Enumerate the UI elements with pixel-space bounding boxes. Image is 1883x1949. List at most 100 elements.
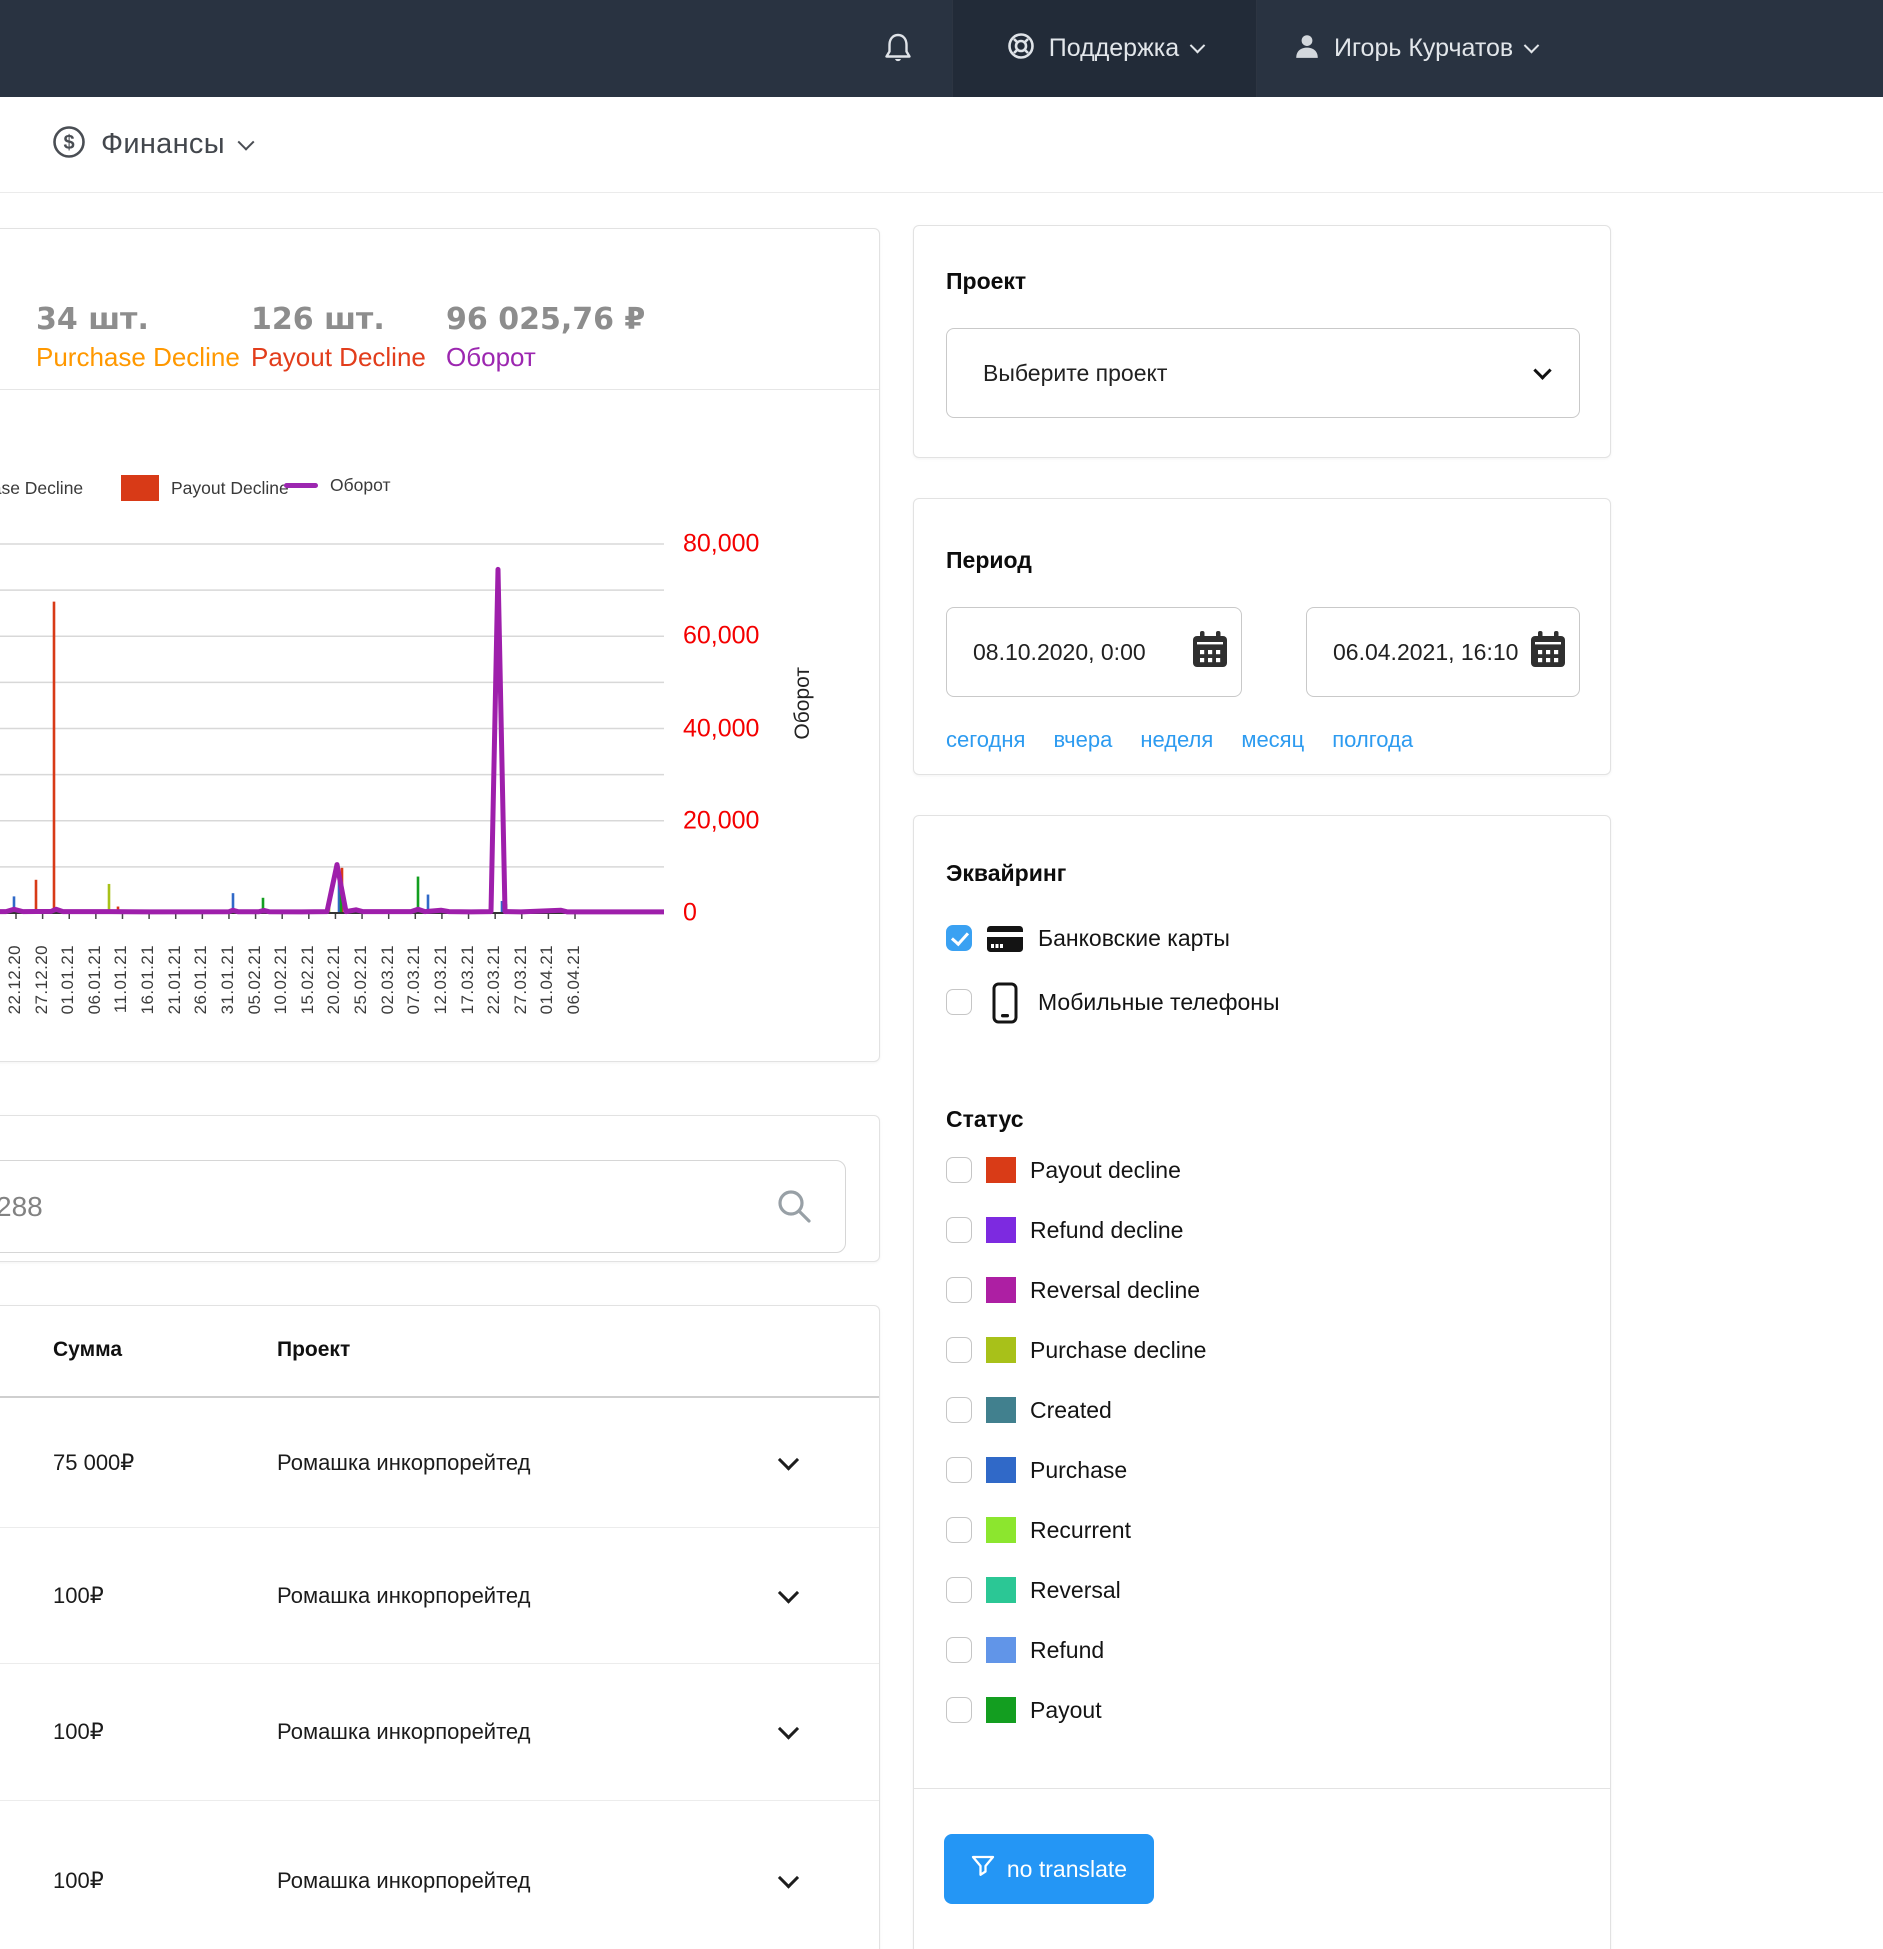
x-axis-label: 15.02.21 [298,945,318,1014]
status-label: Purchase [1030,1457,1127,1484]
status-color-swatch [986,1697,1016,1723]
expand-row-chevron-icon[interactable] [778,1867,799,1888]
lifebuoy-icon [1006,31,1036,66]
shortcut-yesterday[interactable]: вчера [1053,727,1112,753]
shortcut-week[interactable]: неделя [1140,727,1213,753]
chevron-down-icon[interactable] [237,133,254,150]
legend-swatch [284,483,318,488]
status-color-swatch [986,1337,1016,1363]
mobile-phones-checkbox[interactable] [946,989,972,1015]
y-axis-tick-label: 20,000 [683,806,759,835]
status-color-swatch [986,1157,1016,1183]
search-input[interactable]: 288 [0,1160,846,1253]
search-icon[interactable] [775,1187,813,1225]
stat-purchase-decline: 34 шт. Purchase Decline [36,301,240,375]
status-label: Reversal [1030,1577,1121,1604]
x-axis-label: 21.01.21 [165,945,185,1014]
date-from-input[interactable]: 08.10.2020, 0:00 [946,607,1242,697]
status-checkbox[interactable] [946,1277,972,1303]
status-option-reversal[interactable]: Reversal [914,1564,1610,1616]
stat-label: Purchase Decline [36,339,240,375]
table-row[interactable]: 100₽ Ромашка инкорпорейтед [0,1528,879,1664]
calendar-icon[interactable] [1527,629,1569,676]
acquiring-status-card: Эквайринг Банковские карты Мобильные т [913,815,1611,1949]
acquiring-option-bank-cards[interactable]: Банковские карты [914,912,1610,964]
status-option-refund[interactable]: Refund [914,1624,1610,1676]
cell-project: Ромашка инкорпорейтед [277,1583,531,1609]
date-from-value: 08.10.2020, 0:00 [973,639,1189,666]
table-row[interactable]: 75 000₽ Ромашка инкорпорейтед [0,1398,879,1528]
x-axis-label: 31.01.21 [218,945,238,1014]
acquiring-title: Эквайринг [946,860,1066,887]
search-card: 288 [0,1115,880,1262]
cell-project: Ромашка инкорпорейтед [277,1719,531,1745]
status-label: Refund [1030,1637,1104,1664]
status-label: Payout [1030,1697,1102,1724]
search-value: 288 [0,1161,43,1252]
status-label: Refund decline [1030,1217,1183,1244]
status-label: Reversal decline [1030,1277,1200,1304]
apply-filter-label: no translate [1007,1856,1127,1883]
status-checkbox[interactable] [946,1217,972,1243]
status-option-purchase[interactable]: Purchase [914,1444,1610,1496]
x-axis-label: 02.03.21 [378,945,398,1014]
smartphone-icon [992,982,1018,1029]
legend-item-payout-decline: Payout Decline [121,475,289,501]
apply-filter-button[interactable]: no translate [944,1834,1154,1904]
stat-value: 34 шт. [36,301,240,339]
status-checkbox[interactable] [946,1397,972,1423]
status-color-swatch [986,1457,1016,1483]
shortcut-today[interactable]: сегодня [946,727,1025,753]
date-to-input[interactable]: 06.04.2021, 16:10 [1306,607,1580,697]
transactions-table-card: Сумма Проект 75 000₽ Ромашка инкорпорейт… [0,1305,880,1949]
bank-cards-checkbox[interactable] [946,925,972,951]
table-header: Сумма Проект [0,1306,879,1398]
expand-row-chevron-icon[interactable] [778,1449,799,1470]
status-checkbox[interactable] [946,1697,972,1723]
page-title: Финансы [101,128,225,161]
support-menu[interactable]: Поддержка [952,0,1257,97]
table-row[interactable]: 100₽ Ромашка инкорпорейтед [0,1664,879,1801]
table-row[interactable]: 100₽ Ромашка инкорпорейтед [0,1801,879,1949]
status-label: Recurrent [1030,1517,1131,1544]
project-select-value: Выберите проект [983,360,1536,387]
cell-amount: 100₽ [53,1868,104,1894]
status-checkbox[interactable] [946,1517,972,1543]
status-option-refund-decline[interactable]: Refund decline [914,1204,1610,1256]
project-select[interactable]: Выберите проект [946,328,1580,418]
dollar-circle-icon: $ [52,125,86,164]
legend-label: Purchase Decline [0,478,83,499]
status-option-reversal-decline[interactable]: Reversal decline [914,1264,1610,1316]
status-option-recurrent[interactable]: Recurrent [914,1504,1610,1556]
divider [0,389,879,390]
chart-x-axis: 22.12.2027.12.2001.01.2106.01.2111.01.21… [0,945,881,1055]
date-to-value: 06.04.2021, 16:10 [1333,639,1527,666]
notifications-bell-icon[interactable] [882,32,914,66]
x-axis-label: 11.01.21 [111,945,131,1013]
status-option-created[interactable]: Created [914,1384,1610,1436]
status-checkbox[interactable] [946,1457,972,1483]
support-label: Поддержка [1049,34,1179,63]
status-option-payout-decline[interactable]: Payout decline [914,1144,1610,1196]
stat-value: 126 шт. [251,301,426,339]
x-axis-label: 20.02.21 [324,945,344,1014]
status-checkbox[interactable] [946,1337,972,1363]
user-menu[interactable]: Игорь Курчатов [1257,0,1537,97]
acquiring-option-mobile-phones[interactable]: Мобильные телефоны [914,976,1610,1028]
status-checkbox[interactable] [946,1577,972,1603]
status-checkbox[interactable] [946,1637,972,1663]
y-axis-tick-label: 60,000 [683,622,759,651]
expand-row-chevron-icon[interactable] [778,1718,799,1739]
status-option-purchase-decline[interactable]: Purchase decline [914,1324,1610,1376]
status-option-payout[interactable]: Payout [914,1684,1610,1736]
status-title: Статус [946,1106,1024,1133]
shortcut-month[interactable]: месяц [1241,727,1304,753]
calendar-icon[interactable] [1189,629,1231,676]
expand-row-chevron-icon[interactable] [778,1582,799,1603]
filter-funnel-icon [971,1855,995,1883]
status-checkbox[interactable] [946,1157,972,1183]
shortcut-halfyear[interactable]: полгода [1332,727,1413,753]
divider [914,1788,1610,1789]
cell-amount: 100₽ [53,1583,104,1609]
status-color-swatch [986,1397,1016,1423]
